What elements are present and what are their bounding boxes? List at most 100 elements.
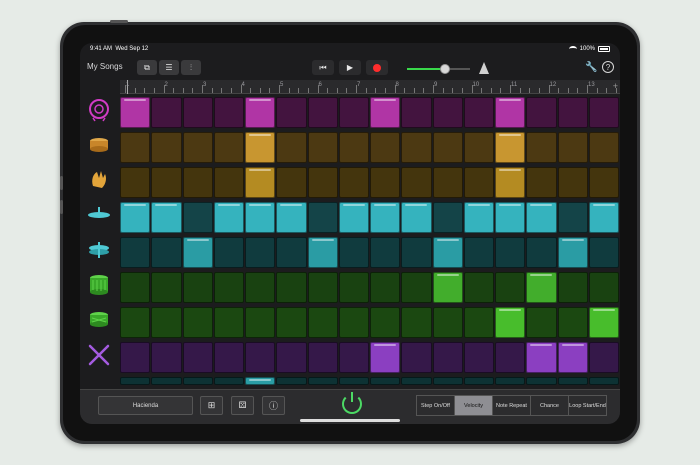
step-off[interactable] bbox=[151, 342, 182, 373]
step-off[interactable] bbox=[151, 167, 182, 198]
step-off[interactable] bbox=[432, 167, 463, 198]
step-off[interactable] bbox=[120, 307, 151, 338]
mixer-icon[interactable]: ⫶ bbox=[181, 60, 201, 75]
step-off[interactable] bbox=[401, 307, 432, 338]
step-off[interactable] bbox=[557, 97, 588, 128]
step-off[interactable] bbox=[338, 377, 369, 385]
step-off[interactable] bbox=[182, 202, 213, 233]
step-off[interactable] bbox=[557, 132, 588, 163]
step-off[interactable] bbox=[401, 167, 432, 198]
step-off[interactable] bbox=[245, 237, 276, 268]
step-on[interactable] bbox=[526, 342, 557, 373]
step-on[interactable] bbox=[495, 202, 526, 233]
step-off[interactable] bbox=[151, 97, 182, 128]
step-off[interactable] bbox=[370, 272, 401, 303]
play-icon[interactable]: ▶ bbox=[339, 60, 361, 75]
step-off[interactable] bbox=[213, 237, 244, 268]
step-on[interactable] bbox=[588, 202, 619, 233]
step-on[interactable] bbox=[307, 237, 338, 268]
step-on[interactable] bbox=[495, 132, 526, 163]
step-on[interactable] bbox=[557, 342, 588, 373]
mode-loop-start-end[interactable]: Loop Start/End bbox=[569, 396, 606, 415]
step-off[interactable] bbox=[370, 237, 401, 268]
step-off[interactable] bbox=[370, 167, 401, 198]
step-off[interactable] bbox=[120, 167, 151, 198]
step-on[interactable] bbox=[370, 202, 401, 233]
step-off[interactable] bbox=[557, 202, 588, 233]
step-on[interactable] bbox=[495, 167, 526, 198]
step-on[interactable] bbox=[370, 97, 401, 128]
step-off[interactable] bbox=[245, 307, 276, 338]
drum-sticks-icon[interactable] bbox=[86, 342, 112, 368]
mode-velocity[interactable]: Velocity bbox=[455, 396, 493, 415]
cymbal-icon[interactable] bbox=[86, 202, 112, 228]
step-off[interactable] bbox=[338, 237, 369, 268]
info-icon[interactable]: ⓘ bbox=[262, 396, 285, 415]
step-on[interactable] bbox=[151, 202, 182, 233]
step-off[interactable] bbox=[338, 132, 369, 163]
step-off[interactable] bbox=[588, 272, 619, 303]
step-off[interactable] bbox=[120, 132, 151, 163]
step-off[interactable] bbox=[338, 342, 369, 373]
step-off[interactable] bbox=[495, 237, 526, 268]
timeline-ruler[interactable]: + 1 2 3 4 5 6 7 8 9 10 11 12 13 bbox=[120, 80, 620, 94]
volume-slider[interactable] bbox=[407, 64, 470, 74]
step-off[interactable] bbox=[495, 377, 526, 385]
step-off[interactable] bbox=[276, 307, 307, 338]
step-off[interactable] bbox=[182, 272, 213, 303]
hi-hat-icon[interactable] bbox=[86, 237, 112, 263]
step-on[interactable] bbox=[495, 307, 526, 338]
step-off[interactable] bbox=[557, 377, 588, 385]
step-off[interactable] bbox=[432, 132, 463, 163]
step-off[interactable] bbox=[120, 342, 151, 373]
step-off[interactable] bbox=[463, 377, 494, 385]
step-off[interactable] bbox=[276, 97, 307, 128]
step-off[interactable] bbox=[495, 342, 526, 373]
clap-icon[interactable] bbox=[86, 167, 112, 193]
settings-wrench-icon[interactable]: 🔧 bbox=[585, 62, 597, 73]
step-on[interactable] bbox=[401, 202, 432, 233]
step-off[interactable] bbox=[401, 377, 432, 385]
step-off[interactable] bbox=[463, 132, 494, 163]
step-on[interactable] bbox=[338, 202, 369, 233]
browser-icon[interactable]: ⧉ bbox=[137, 60, 157, 75]
step-off[interactable] bbox=[338, 272, 369, 303]
step-off[interactable] bbox=[463, 97, 494, 128]
randomize-dice-icon[interactable]: ⚄ bbox=[231, 396, 254, 415]
step-off[interactable] bbox=[588, 377, 619, 385]
step-off[interactable] bbox=[182, 97, 213, 128]
step-off[interactable] bbox=[432, 97, 463, 128]
step-off[interactable] bbox=[463, 307, 494, 338]
step-on[interactable] bbox=[276, 202, 307, 233]
step-off[interactable] bbox=[245, 342, 276, 373]
snare-drum-icon[interactable] bbox=[86, 132, 112, 158]
step-off[interactable] bbox=[276, 377, 307, 385]
step-off[interactable] bbox=[276, 342, 307, 373]
my-songs-link[interactable]: My Songs bbox=[87, 62, 123, 71]
step-off[interactable] bbox=[370, 132, 401, 163]
step-off[interactable] bbox=[182, 132, 213, 163]
pattern-browser-icon[interactable]: ⊞ bbox=[200, 396, 223, 415]
step-off[interactable] bbox=[401, 272, 432, 303]
step-off[interactable] bbox=[307, 167, 338, 198]
step-off[interactable] bbox=[213, 377, 244, 385]
step-off[interactable] bbox=[432, 202, 463, 233]
step-off[interactable] bbox=[307, 97, 338, 128]
step-off[interactable] bbox=[338, 167, 369, 198]
step-on[interactable] bbox=[432, 237, 463, 268]
step-off[interactable] bbox=[432, 377, 463, 385]
step-off[interactable] bbox=[151, 307, 182, 338]
step-off[interactable] bbox=[307, 132, 338, 163]
step-on[interactable] bbox=[245, 97, 276, 128]
kit-name-button[interactable]: Hacienda bbox=[98, 396, 193, 415]
step-off[interactable] bbox=[307, 307, 338, 338]
tom-icon[interactable] bbox=[86, 272, 112, 298]
step-off[interactable] bbox=[276, 167, 307, 198]
step-off[interactable] bbox=[588, 97, 619, 128]
step-off[interactable] bbox=[151, 272, 182, 303]
step-on[interactable] bbox=[432, 272, 463, 303]
step-off[interactable] bbox=[401, 97, 432, 128]
step-off[interactable] bbox=[245, 272, 276, 303]
step-off[interactable] bbox=[463, 342, 494, 373]
metronome-icon[interactable] bbox=[479, 62, 489, 74]
